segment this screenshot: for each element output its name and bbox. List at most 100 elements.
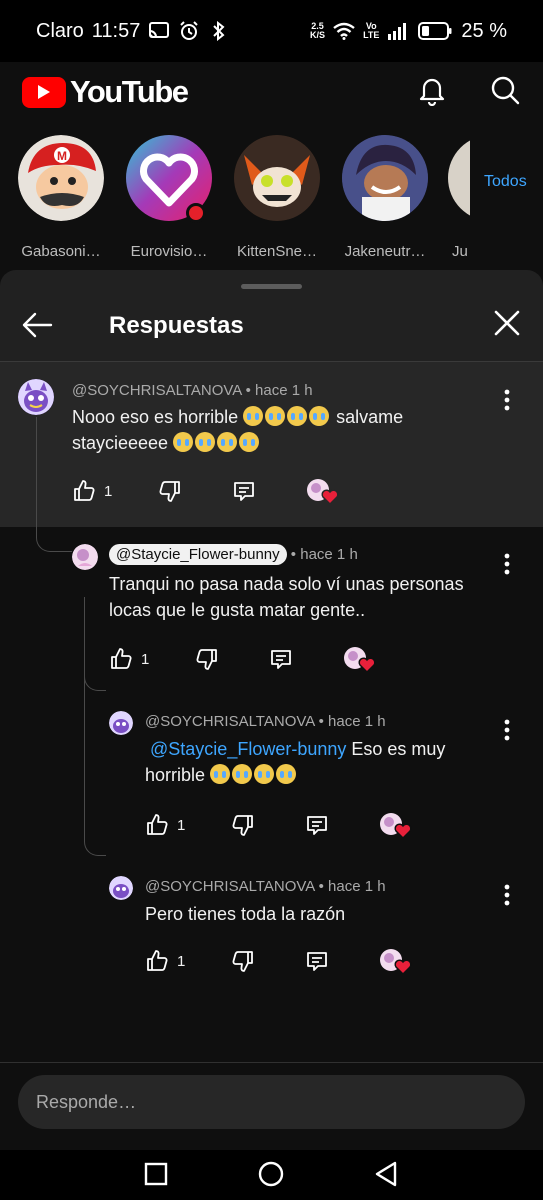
avatar[interactable] bbox=[109, 876, 133, 900]
recents-button-icon[interactable] bbox=[142, 1160, 170, 1188]
avatar[interactable] bbox=[72, 544, 98, 570]
crying-emoji-icon bbox=[243, 406, 264, 426]
like-button[interactable] bbox=[72, 479, 96, 503]
replies-sheet: Respuestas @SOYCHRISALTANOVA • hace 1 h … bbox=[0, 270, 543, 1150]
subscription-avatar-item[interactable]: Eurovisio… bbox=[124, 135, 214, 260]
close-icon[interactable] bbox=[492, 308, 522, 338]
crying-emoji-icon bbox=[239, 432, 260, 452]
avatar[interactable] bbox=[109, 711, 133, 735]
comment-text-part: locas que le gusta matar gente.. bbox=[109, 600, 366, 620]
avatar bbox=[234, 135, 320, 221]
subscription-label: Gabasoni… bbox=[21, 243, 101, 260]
thread-connector bbox=[84, 691, 106, 856]
subscription-label: KittenSne… bbox=[236, 243, 318, 260]
like-count: 1 bbox=[177, 816, 186, 834]
comment-time: hace 1 h bbox=[300, 546, 358, 563]
reply-comment-icon[interactable] bbox=[305, 813, 329, 837]
drag-handle[interactable] bbox=[241, 284, 302, 289]
reply-comment-icon[interactable] bbox=[269, 647, 293, 671]
wifi-icon bbox=[333, 20, 355, 42]
carrier-label: Claro bbox=[36, 19, 84, 42]
volte-badge: Vo LTE bbox=[363, 22, 379, 40]
comment-author[interactable]: @SOYCHRISALTANOVA bbox=[145, 713, 314, 730]
all-subscriptions-link[interactable]: Todos bbox=[484, 173, 527, 191]
bell-icon[interactable] bbox=[417, 74, 447, 111]
subscription-label: Eurovisio… bbox=[130, 243, 208, 260]
avatar[interactable] bbox=[18, 379, 54, 415]
comment-text-part: staycieeeee bbox=[72, 433, 169, 453]
clock: 11:57 bbox=[91, 19, 141, 42]
crying-emoji-icon bbox=[254, 764, 275, 784]
crying-emoji-icon bbox=[173, 432, 194, 452]
avatar: M bbox=[18, 135, 104, 221]
subscription-avatar-item[interactable]: KittenSne… bbox=[232, 135, 322, 260]
subscription-avatar-item[interactable]: Jakeneutr… bbox=[340, 135, 430, 260]
comment-meta: @SOYCHRISALTANOVA • hace 1 h bbox=[72, 382, 313, 399]
net-speed-unit: K/S bbox=[310, 30, 326, 40]
alarm-icon bbox=[178, 20, 200, 42]
reply-comment-icon[interactable] bbox=[305, 949, 329, 973]
comment-actions: 1 bbox=[145, 948, 412, 976]
crying-emoji-icon bbox=[232, 764, 253, 784]
comment-time: hace 1 h bbox=[328, 878, 386, 895]
subscription-label: Jakeneutr… bbox=[344, 243, 426, 260]
dislike-button[interactable] bbox=[231, 813, 255, 837]
comment-thread: @SOYCHRISALTANOVA • hace 1 h Nooo eso es… bbox=[0, 362, 543, 1062]
back-arrow-icon[interactable] bbox=[20, 308, 54, 342]
reply-composer: Responde… bbox=[0, 1062, 543, 1150]
dislike-button[interactable] bbox=[195, 647, 219, 671]
comment-text: @Staycie_Flower-bunny Eso es muy horribl… bbox=[145, 736, 505, 788]
comment-time: hace 1 h bbox=[328, 713, 386, 730]
creator-heart-icon bbox=[306, 478, 339, 506]
like-button[interactable] bbox=[109, 647, 133, 671]
dislike-button[interactable] bbox=[231, 949, 255, 973]
sheet-title: Respuestas bbox=[109, 312, 244, 339]
reply-input[interactable]: Responde… bbox=[18, 1075, 525, 1129]
crying-emoji-icon bbox=[195, 432, 216, 452]
comment-author[interactable]: @SOYCHRISALTANOVA bbox=[145, 878, 314, 895]
dislike-button[interactable] bbox=[158, 479, 182, 503]
comment-author[interactable]: @Staycie_Flower-bunny bbox=[109, 544, 287, 565]
subscription-avatar-item[interactable]: Ju bbox=[448, 135, 470, 260]
search-icon[interactable] bbox=[489, 74, 521, 111]
crying-emoji-icon bbox=[309, 406, 330, 426]
volte-bottom: LTE bbox=[363, 30, 380, 40]
thread-connector bbox=[36, 417, 72, 552]
creator-heart-icon bbox=[343, 646, 376, 674]
like-button[interactable] bbox=[145, 813, 169, 837]
like-button[interactable] bbox=[145, 949, 169, 973]
comment-actions: 1 bbox=[72, 478, 339, 506]
comment-meta: @SOYCHRISALTANOVA • hace 1 h bbox=[145, 878, 386, 895]
reply-comment-icon[interactable] bbox=[232, 479, 256, 503]
battery-icon bbox=[417, 20, 453, 42]
battery-level: 25 % bbox=[461, 19, 507, 42]
app-header: YouTube bbox=[0, 62, 543, 122]
comment-text: Pero tienes toda la razón bbox=[145, 904, 346, 924]
comment-actions: 1 bbox=[145, 812, 412, 840]
mention-link[interactable]: @Staycie_Flower-bunny bbox=[150, 739, 346, 759]
comment-author[interactable]: @SOYCHRISALTANOVA bbox=[72, 382, 241, 399]
crying-emoji-icon bbox=[276, 764, 297, 784]
comment-meta: @Staycie_Flower-bunny • hace 1 h bbox=[109, 544, 358, 565]
crying-emoji-icon bbox=[210, 764, 231, 784]
net-speed: 2.5 K/S bbox=[310, 22, 325, 40]
signal-icon bbox=[387, 20, 409, 42]
comment-meta: @SOYCHRISALTANOVA • hace 1 h bbox=[145, 713, 386, 730]
sheet-header: Respuestas bbox=[0, 292, 543, 362]
bluetooth-icon bbox=[208, 20, 230, 42]
crying-emoji-icon bbox=[217, 432, 238, 452]
creator-heart-icon bbox=[379, 812, 412, 840]
youtube-logo[interactable]: YouTube bbox=[22, 74, 189, 110]
comment-text: Tranqui no pasa nada solo ví unas person… bbox=[109, 571, 509, 623]
subscriptions-bar: M Gabasoni… Eurovisio… KittenSne… Jakene… bbox=[0, 135, 543, 275]
subscription-label: Ju bbox=[452, 243, 468, 260]
more-options-icon[interactable] bbox=[503, 388, 511, 412]
subscription-avatar-item[interactable]: M Gabasoni… bbox=[16, 135, 106, 260]
cast-icon bbox=[148, 20, 170, 42]
comment-text: Nooo eso es horrible salvame staycieeeee bbox=[72, 404, 492, 456]
avatar bbox=[342, 135, 428, 221]
back-button-icon[interactable] bbox=[372, 1160, 400, 1188]
comment-time: hace 1 h bbox=[255, 382, 313, 399]
comment-text-part: Nooo eso es horrible bbox=[72, 407, 239, 427]
home-button-icon[interactable] bbox=[257, 1160, 285, 1188]
